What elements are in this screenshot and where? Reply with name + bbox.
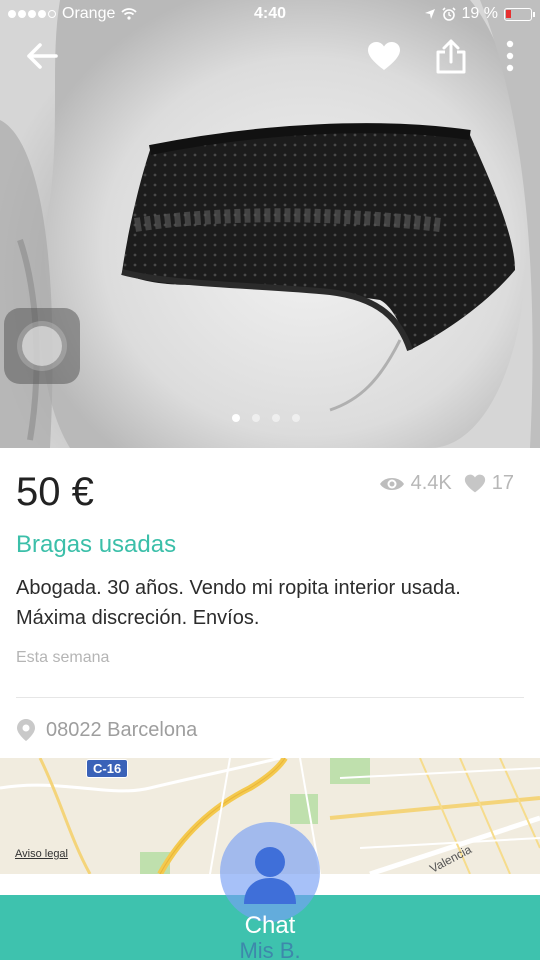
heart-outline-icon — [464, 474, 485, 493]
gallery-pager — [232, 414, 300, 422]
assistive-touch-icon — [22, 326, 62, 366]
battery-icon — [504, 7, 535, 21]
product-title: Bragas usadas — [16, 531, 177, 558]
seller-avatar[interactable] — [220, 822, 320, 922]
product-description: Abogada. 30 años. Vendo mi ropita interi… — [16, 577, 461, 629]
divider — [16, 697, 524, 698]
more-vertical-icon — [506, 40, 514, 72]
location-label: 08022 Barcelona — [46, 718, 198, 741]
views-count: 4.4K — [410, 472, 452, 494]
secondary-label: Mis B. — [239, 938, 301, 960]
heart-icon — [368, 42, 400, 70]
user-icon — [244, 847, 296, 904]
pager-dot[interactable] — [272, 414, 280, 422]
chat-button[interactable]: Chat — [0, 912, 540, 940]
eye-icon — [379, 477, 404, 490]
likes-count: 17 — [491, 472, 514, 494]
legal-link[interactable]: Aviso legal — [15, 848, 68, 860]
more-options-button[interactable] — [490, 36, 530, 76]
publish-date: Esta semana — [16, 649, 110, 666]
pager-dot[interactable] — [292, 414, 300, 422]
back-arrow-icon — [27, 43, 58, 69]
share-icon — [436, 39, 466, 74]
assistive-touch-button[interactable] — [4, 308, 80, 384]
product-stats: 4.4K 17 — [379, 472, 514, 495]
location-arrow-icon — [424, 9, 435, 19]
alarm-icon — [441, 7, 456, 21]
share-button[interactable] — [431, 36, 471, 76]
location-pin-icon — [17, 719, 35, 741]
road-badge: C-16 — [86, 759, 129, 778]
battery-percentage: 19 % — [461, 5, 498, 22]
status-bar: Orange 4:40 19 % — [0, 0, 540, 30]
product-location: 08022 Barcelona — [16, 718, 197, 742]
favorite-button[interactable] — [364, 36, 404, 76]
pager-dot[interactable] — [252, 414, 260, 422]
pager-dot-active[interactable] — [232, 414, 240, 422]
product-price: 50 € — [16, 470, 94, 514]
back-button[interactable] — [22, 36, 62, 76]
